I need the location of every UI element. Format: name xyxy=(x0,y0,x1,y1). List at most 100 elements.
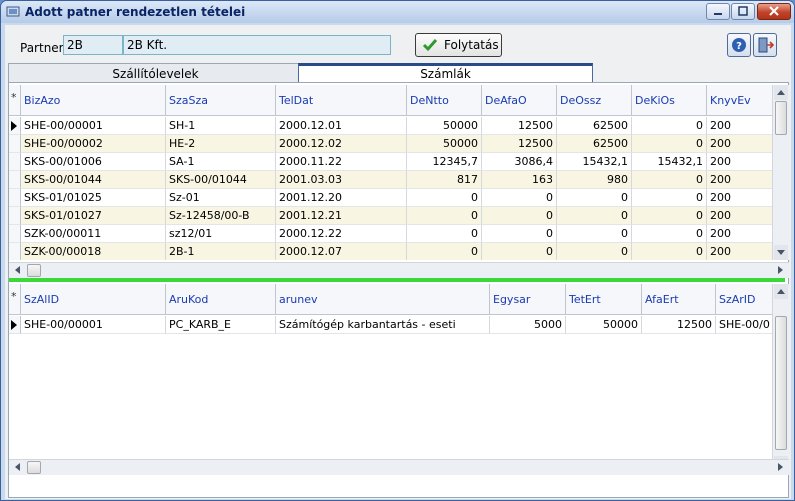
row-indicator[interactable] xyxy=(9,117,21,135)
table-cell[interactable]: 0 xyxy=(407,243,482,260)
col-header-arunev[interactable]: arunev xyxy=(276,284,490,315)
table-cell[interactable]: 0 xyxy=(557,243,632,260)
col-header-szarid[interactable]: SzArID xyxy=(716,284,773,315)
col-header-knyvev[interactable]: KnyvEv xyxy=(707,85,773,116)
table-cell[interactable]: 12500 xyxy=(482,135,557,153)
table-cell[interactable]: 3086,4 xyxy=(482,153,557,171)
table-cell[interactable]: 0 xyxy=(407,189,482,207)
col-header-szasza[interactable]: SzaSza xyxy=(166,85,276,116)
scroll-down-arrow[interactable] xyxy=(774,245,788,260)
table-cell[interactable]: 2001.03.03 xyxy=(276,171,407,189)
table-cell[interactable]: 2B-1 xyxy=(166,243,276,260)
table-cell[interactable]: 2000.12.01 xyxy=(276,117,407,135)
scroll-up-arrow[interactable] xyxy=(774,85,788,100)
items-grid[interactable]: * SzAlID AruKod arunev Egysar TetErt Afa… xyxy=(9,284,773,471)
table-cell[interactable]: 0 xyxy=(482,225,557,243)
table-cell[interactable]: 0 xyxy=(482,189,557,207)
table-cell[interactable]: 50000 xyxy=(407,117,482,135)
col-header-dekios[interactable]: DeKiOs xyxy=(632,85,707,116)
table-cell[interactable]: 15432,1 xyxy=(632,153,707,171)
table-cell[interactable]: 0 xyxy=(557,189,632,207)
table-cell[interactable]: 200 xyxy=(707,225,773,243)
exit-button[interactable] xyxy=(753,33,777,57)
table-cell[interactable]: 0 xyxy=(632,207,707,225)
close-button[interactable] xyxy=(757,3,791,20)
col-header-szalid[interactable]: SzAlID xyxy=(21,284,166,315)
col-header-arukod[interactable]: AruKod xyxy=(166,284,276,315)
row-indicator[interactable] xyxy=(9,243,21,260)
invoices-vertical-scrollbar[interactable] xyxy=(772,85,789,260)
col-header-dentto[interactable]: DeNtto xyxy=(407,85,482,116)
table-cell[interactable]: Sz-01 xyxy=(166,189,276,207)
hscroll-thumb[interactable] xyxy=(27,264,41,277)
table-cell[interactable]: 817 xyxy=(407,171,482,189)
table-cell[interactable]: 2000.12.07 xyxy=(276,243,407,260)
table-cell[interactable]: Számítógép karbantartás - eseti xyxy=(276,316,490,334)
scroll-thumb[interactable] xyxy=(775,316,787,450)
table-cell[interactable]: SH-1 xyxy=(166,117,276,135)
table-cell[interactable]: 50000 xyxy=(407,135,482,153)
col-header-deossz[interactable]: DeOssz xyxy=(557,85,632,116)
grid-splitter[interactable] xyxy=(9,278,785,282)
table-cell[interactable]: 0 xyxy=(557,225,632,243)
table-cell[interactable]: 62500 xyxy=(557,117,632,135)
items-horizontal-scrollbar[interactable] xyxy=(9,459,789,475)
table-cell[interactable]: 0 xyxy=(632,243,707,260)
tab-szamlak[interactable]: Számlák xyxy=(298,63,593,83)
table-cell[interactable]: SHE-00/00002 xyxy=(21,135,166,153)
partner-name-field[interactable]: 2B Kft. xyxy=(123,35,391,55)
arrow-right-icon[interactable] xyxy=(773,263,787,278)
hscroll-thumb[interactable] xyxy=(27,461,41,474)
col-header-egysar[interactable]: Egysar xyxy=(490,284,566,315)
table-cell[interactable]: 2000.12.02 xyxy=(276,135,407,153)
continue-button[interactable]: Folytatás xyxy=(415,33,502,57)
table-cell[interactable]: SKS-00/01044 xyxy=(166,171,276,189)
table-cell[interactable]: 200 xyxy=(707,243,773,260)
help-button[interactable]: ? xyxy=(727,33,751,57)
table-cell[interactable]: 200 xyxy=(707,153,773,171)
table-cell[interactable]: 0 xyxy=(482,207,557,225)
table-cell[interactable]: 15432,1 xyxy=(557,153,632,171)
table-cell[interactable]: 0 xyxy=(407,207,482,225)
table-cell[interactable]: PC_KARB_E xyxy=(166,316,276,334)
table-cell[interactable]: SHE-00/00001 xyxy=(21,316,166,334)
table-cell[interactable]: 5000 xyxy=(490,316,566,334)
table-cell[interactable]: SKS-00/01044 xyxy=(21,171,166,189)
tab-szallitolevelek[interactable]: Szállítólevelek xyxy=(8,63,303,83)
table-cell[interactable]: SKS-01/01025 xyxy=(21,189,166,207)
table-cell[interactable]: 0 xyxy=(632,225,707,243)
row-indicator[interactable] xyxy=(9,207,21,225)
scroll-up-arrow[interactable] xyxy=(774,284,788,299)
table-cell[interactable]: 200 xyxy=(707,117,773,135)
table-cell[interactable]: 12345,7 xyxy=(407,153,482,171)
table-cell[interactable]: 200 xyxy=(707,135,773,153)
row-indicator[interactable] xyxy=(9,153,21,171)
table-cell[interactable]: SHE-00/0 xyxy=(716,316,773,334)
table-cell[interactable]: 2000.12.22 xyxy=(276,225,407,243)
row-indicator[interactable] xyxy=(9,225,21,243)
table-cell[interactable]: 163 xyxy=(482,171,557,189)
col-header-bizazo[interactable]: BizAzo xyxy=(21,85,166,116)
invoices-grid[interactable]: * BizAzo SzaSza TelDat DeNtto DeAfaO DeO… xyxy=(9,85,773,260)
table-cell[interactable]: SA-1 xyxy=(166,153,276,171)
table-cell[interactable]: 2001.12.21 xyxy=(276,207,407,225)
row-indicator[interactable] xyxy=(9,171,21,189)
table-cell[interactable]: SKS-00/01006 xyxy=(21,153,166,171)
table-cell[interactable]: 2000.11.22 xyxy=(276,153,407,171)
table-cell[interactable]: SHE-00/00001 xyxy=(21,117,166,135)
arrow-right-icon[interactable] xyxy=(773,460,787,475)
col-header-deafao[interactable]: DeAfaO xyxy=(482,85,557,116)
partner-code-field[interactable]: 2B xyxy=(63,35,123,55)
scroll-thumb[interactable] xyxy=(775,101,787,135)
table-cell[interactable]: SKS-01/01027 xyxy=(21,207,166,225)
table-cell[interactable]: 0 xyxy=(407,225,482,243)
table-cell[interactable]: 980 xyxy=(557,171,632,189)
col-header-tetert[interactable]: TetErt xyxy=(566,284,642,315)
row-indicator[interactable] xyxy=(9,189,21,207)
table-cell[interactable]: 2001.12.20 xyxy=(276,189,407,207)
table-cell[interactable]: 0 xyxy=(482,243,557,260)
arrow-left-icon[interactable] xyxy=(11,263,25,278)
table-cell[interactable]: 0 xyxy=(632,117,707,135)
col-header-afaert[interactable]: AfaErt xyxy=(642,284,716,315)
maximize-button[interactable] xyxy=(731,3,755,20)
